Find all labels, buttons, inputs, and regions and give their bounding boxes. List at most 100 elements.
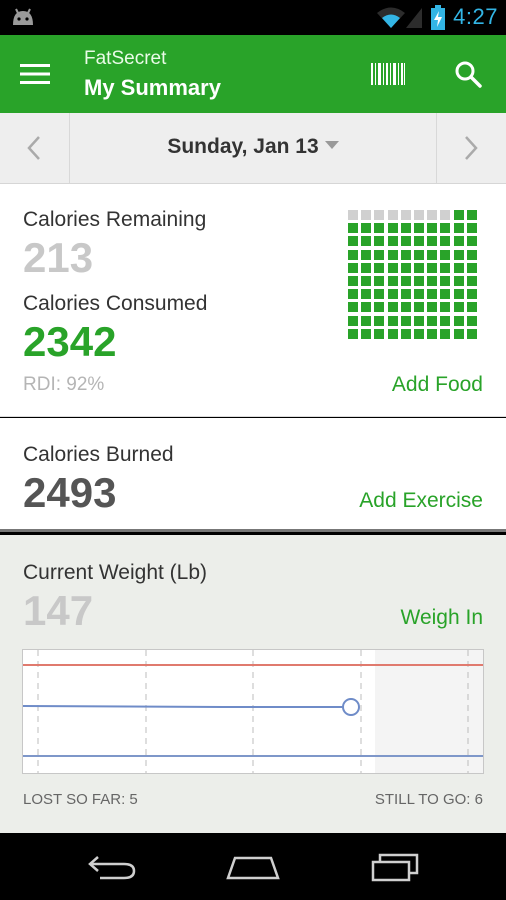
chevron-right-icon [465, 136, 478, 160]
still-to-go: STILL TO GO: 6 [374, 791, 483, 808]
rdi-grid-cell [400, 328, 411, 339]
weight-chart-plot [22, 650, 483, 773]
rdi-grid-cell [348, 236, 358, 247]
rdi-percent: RDI: 92% [23, 374, 105, 395]
home-icon[interactable] [225, 852, 281, 880]
rdi-grid-cell [466, 315, 477, 326]
rdi-grid-cell [414, 223, 424, 234]
rdi-grid-cell [361, 249, 372, 260]
weigh-in-link[interactable]: Weigh In [401, 606, 484, 630]
rdi-grid-cell [453, 249, 464, 260]
rdi-grid-cell [427, 315, 438, 326]
rdi-grid-cell [427, 236, 438, 247]
rdi-grid-cell [348, 302, 358, 313]
rdi-grid-cell [440, 210, 451, 220]
action-bar: FatSecret My Summary [0, 35, 506, 113]
back-icon[interactable] [86, 853, 138, 881]
cell-signal-icon [406, 8, 422, 28]
add-exercise-link[interactable]: Add Exercise [359, 489, 483, 513]
rdi-grid-cell [400, 276, 411, 286]
rdi-grid-cell [440, 249, 451, 260]
rdi-grid-cell [374, 289, 385, 300]
rdi-grid-cell [387, 210, 398, 220]
rdi-grid-cell [361, 276, 372, 286]
rdi-grid-cell [400, 249, 411, 260]
rdi-grid-cell [400, 210, 411, 220]
rdi-grid-cell [466, 210, 477, 220]
page-title: My Summary [84, 75, 221, 100]
system-nav-bar [0, 833, 506, 900]
rdi-grid-cell [348, 289, 358, 300]
rdi-grid-cell [427, 328, 438, 339]
rdi-grid-cell [400, 262, 411, 273]
rdi-grid-cell [427, 302, 438, 313]
date-label: Sunday, Jan 13 [167, 135, 319, 158]
date-navigator: Sunday, Jan 13 [0, 113, 506, 184]
rdi-grid-cell [453, 210, 464, 220]
rdi-grid-cell [414, 262, 424, 273]
rdi-grid-cell [414, 289, 424, 300]
rdi-grid-cell [466, 249, 477, 260]
rdi-grid-cell [453, 223, 464, 234]
rdi-grid-cell [361, 223, 372, 234]
rdi-grid-cell [387, 289, 398, 300]
date-selector[interactable]: Sunday, Jan 13 [70, 135, 436, 159]
battery-charging-icon [431, 5, 445, 30]
rdi-grid-cell [427, 223, 438, 234]
rdi-grid-cell [427, 249, 438, 260]
rdi-grid-cell [361, 262, 372, 273]
search-icon[interactable] [454, 60, 482, 88]
rdi-grid-cell [427, 262, 438, 273]
lost-so-far: LOST SO FAR: 5 [23, 791, 138, 808]
dropdown-caret-icon [324, 141, 339, 149]
weight-chart [22, 649, 484, 774]
rdi-grid-cell [387, 249, 398, 260]
rdi-grid-cell [387, 236, 398, 247]
wifi-icon [377, 7, 405, 28]
rdi-grid-cell [453, 302, 464, 313]
weight-trend-line [22, 705, 351, 708]
rdi-grid-cell [361, 210, 372, 220]
rdi-grid-cell [414, 236, 424, 247]
rdi-grid-cell [387, 328, 398, 339]
rdi-grid-cell [440, 315, 451, 326]
rdi-grid-cell [374, 262, 385, 273]
rdi-grid-cell [466, 289, 477, 300]
rdi-grid-cell [453, 236, 464, 247]
barcode-scan-icon[interactable] [370, 63, 406, 85]
rdi-grid-cell [453, 328, 464, 339]
calories-card: Calories Remaining 213 Calories Consumed… [0, 184, 506, 417]
calories-consumed-label: Calories Consumed [23, 292, 208, 315]
rdi-grid-cell [374, 210, 385, 220]
rdi-grid-cell [440, 302, 451, 313]
rdi-grid-cell [348, 276, 358, 286]
rdi-progress-grid [348, 210, 480, 342]
rdi-grid-cell [374, 236, 385, 247]
rdi-grid-cell [348, 262, 358, 273]
rdi-grid-cell [440, 276, 451, 286]
rdi-grid-cell [400, 236, 411, 247]
rdi-grid-cell [374, 249, 385, 260]
rdi-grid-cell [348, 210, 358, 220]
rdi-grid-cell [374, 328, 385, 339]
rdi-grid-cell [361, 302, 372, 313]
rdi-grid-cell [466, 262, 477, 273]
rdi-grid-cell [400, 315, 411, 326]
status-bar: 4:27 [0, 0, 506, 35]
previous-day-button[interactable] [0, 113, 70, 183]
calories-remaining-value: 213 [23, 234, 94, 281]
rdi-grid-cell [348, 315, 358, 326]
rdi-grid-cell [414, 276, 424, 286]
recent-apps-icon[interactable] [370, 852, 420, 882]
rdi-grid-cell [414, 210, 424, 220]
rdi-grid-cell [400, 302, 411, 313]
rdi-grid-cell [400, 223, 411, 234]
next-day-button[interactable] [436, 113, 506, 183]
add-food-link[interactable]: Add Food [392, 373, 483, 397]
rdi-grid-cell [466, 302, 477, 313]
rdi-grid-cell [414, 302, 424, 313]
rdi-grid-cell [348, 328, 358, 339]
rdi-grid-cell [387, 302, 398, 313]
rdi-grid-cell [466, 328, 477, 339]
menu-icon[interactable] [20, 63, 50, 85]
